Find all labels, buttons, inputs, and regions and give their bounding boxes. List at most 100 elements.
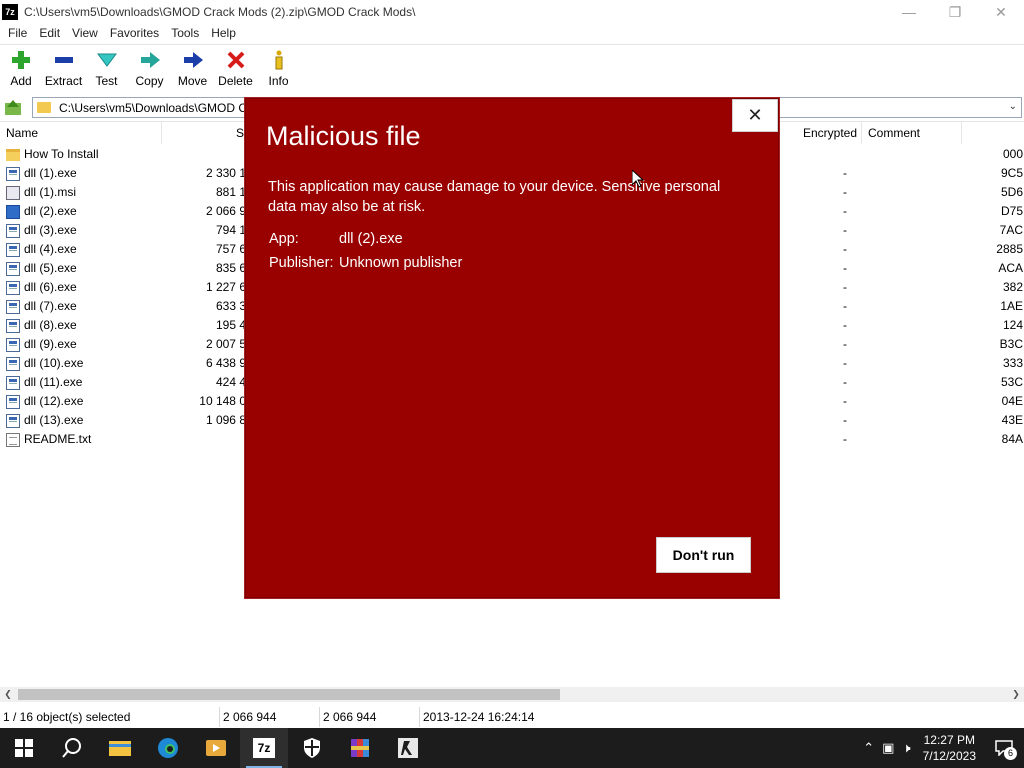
executable-icon [6,242,20,257]
file-encrypted: - [843,242,847,256]
menu-file[interactable]: File [0,24,33,43]
publisher-value: Unknown publisher [339,255,463,271]
file-name: dll (10).exe [24,356,84,370]
file-name: dll (5).exe [24,261,77,275]
file-explorer-button[interactable] [96,728,144,768]
dont-run-button[interactable]: Don't run [656,537,751,573]
plus-icon [10,49,32,71]
file-name: dll (4).exe [24,242,77,256]
toolbar: Add Extract Test Copy Move Delete Info [0,44,1024,92]
horizontal-scrollbar[interactable]: ❮ ❯ [0,687,1024,702]
app-value: dll (2).exe [339,231,403,247]
status-size: 2 066 944 [220,707,320,727]
menu-favorites[interactable]: Favorites [104,24,165,43]
archive-app-icon [351,739,369,757]
clock[interactable]: 12:27 PM 7/12/2023 [915,732,984,764]
file-encrypted: - [843,337,847,351]
file-size: 633 3 [215,299,246,313]
file-size: 424 4 [215,375,246,389]
file-crc: 333 [1002,356,1023,370]
status-modified: 2013-12-24 16:24:14 [423,710,535,724]
file-crc: 7AC [999,223,1023,237]
file-encrypted: - [843,356,847,370]
file-crc: 124 [1002,318,1023,332]
menu-help[interactable]: Help [205,24,242,43]
file-name: dll (1).exe [24,166,77,180]
installer-icon [6,185,20,200]
taskbar: 7z ⌃ ▣ 🕨 12:27 PM 7/12/2023 6 [0,728,1024,768]
scroll-left-arrow[interactable]: ❮ [0,687,16,702]
up-folder-button[interactable] [2,97,24,119]
minus-icon [53,49,75,71]
menu-edit[interactable]: Edit [33,24,66,43]
executable-icon [6,204,20,219]
media-player-button[interactable] [192,728,240,768]
volume-muted-icon[interactable]: 🕨 [898,740,914,756]
dialog-title: Malicious file [266,121,421,151]
file-encrypted: - [843,185,847,199]
menu-view[interactable]: View [66,24,104,43]
folder-icon [6,148,20,161]
7zip-app-icon: 7z [2,4,18,20]
executable-icon [6,337,20,352]
file-name: dll (2).exe [24,204,77,218]
dialog-publisher-row: Publisher: Unknown publisher [269,255,462,271]
file-encrypted: - [843,261,847,275]
menu-tools[interactable]: Tools [165,24,205,43]
file-size: 6 438 9 [205,356,246,370]
executable-icon [6,261,20,276]
file-size: 1 096 8 [205,413,246,427]
close-window-button[interactable]: ✕ [978,0,1024,24]
delete-button[interactable]: Delete [214,45,257,93]
file-size: 10 148 0 [199,394,246,408]
file-encrypted: - [843,204,847,218]
menu-bar: File Edit View Favorites Tools Help [0,24,1024,43]
file-name: dll (11).exe [24,375,83,389]
executable-icon [6,375,20,390]
file-name: dll (8).exe [24,318,77,332]
minimize-button[interactable]: — [886,0,932,24]
dialog-close-button[interactable]: ✕ [732,99,778,132]
game-app-button[interactable] [384,728,432,768]
restore-button[interactable]: ❐ [932,0,978,24]
column-header-name[interactable]: Name [0,122,162,144]
text-file-icon [6,432,20,447]
7zip-taskbar-button[interactable]: 7z [240,728,288,768]
winrar-button[interactable] [336,728,384,768]
add-button[interactable]: Add [0,45,42,93]
file-size: 195 4 [215,318,246,332]
file-name: dll (7).exe [24,299,77,313]
start-button[interactable] [0,728,48,768]
move-button[interactable]: Move [171,45,214,93]
executable-icon [6,223,20,238]
chevron-down-icon[interactable]: ⌄ [1009,101,1017,112]
file-name: dll (6).exe [24,280,77,294]
test-label: Test [95,74,118,88]
security-button[interactable] [288,728,336,768]
file-encrypted: - [843,223,847,237]
chevron-up-icon[interactable]: ⌃ [859,740,878,756]
publisher-key: Publisher: [269,255,334,271]
notification-center-button[interactable]: 6 [984,728,1024,768]
malicious-file-dialog: ✕ Malicious file This application may ca… [245,98,779,598]
search-button[interactable] [48,728,96,768]
status-selection: 1 / 16 object(s) selected [0,707,220,727]
network-icon[interactable]: ▣ [878,740,898,756]
executable-icon [6,280,20,295]
scroll-right-arrow[interactable]: ❯ [1008,687,1024,702]
file-encrypted: - [843,318,847,332]
column-header-comment[interactable]: Comment [862,122,962,144]
column-header-encrypted[interactable]: Encrypted [797,122,862,144]
test-button[interactable]: Test [85,45,128,93]
copy-button[interactable]: Copy [128,45,171,93]
info-button[interactable]: Info [257,45,300,93]
shield-icon [304,738,320,758]
edge-button[interactable] [144,728,192,768]
scroll-thumb[interactable] [18,689,560,700]
extract-button[interactable]: Extract [42,45,85,93]
file-encrypted: - [843,299,847,313]
executable-icon [6,299,20,314]
file-name: dll (9).exe [24,337,77,351]
file-crc: 2885 [996,242,1023,256]
clock-date: 7/12/2023 [922,749,976,763]
